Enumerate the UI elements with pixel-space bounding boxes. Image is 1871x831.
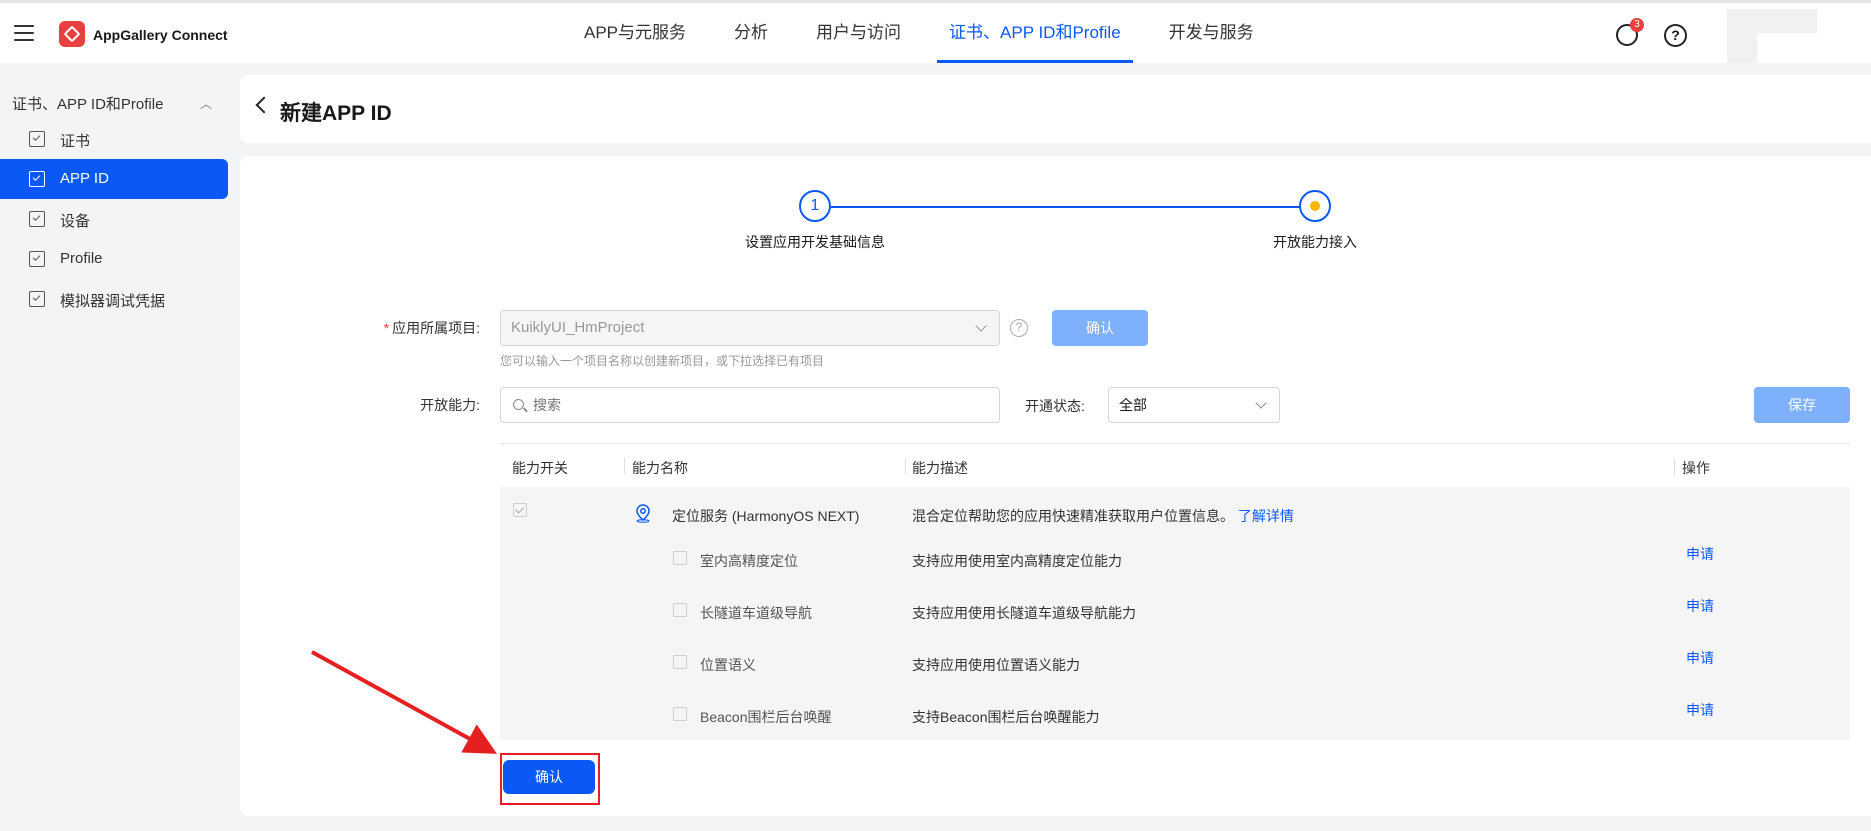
status-filter-label: 开通状态: xyxy=(1025,398,1085,414)
page-title: 新建APP ID xyxy=(280,102,392,125)
notification-icon[interactable]: 3 xyxy=(1616,18,1644,48)
main-nav: APP与元服务 分析 用户与访问 证书、APP ID和Profile 开发与服务 xyxy=(560,3,1278,63)
sub-ability-name: Beacon围栏后台唤醒 xyxy=(700,709,832,725)
learn-more-link[interactable]: 了解详情 xyxy=(1238,508,1294,524)
column-header: 能力开关 xyxy=(512,460,568,476)
menu-icon[interactable] xyxy=(14,25,34,41)
appgallery-logo-icon xyxy=(59,21,85,47)
chevron-up-icon[interactable]: ︿ xyxy=(200,95,212,112)
project-confirm-button[interactable]: 确认 xyxy=(1052,310,1148,346)
column-divider xyxy=(1674,458,1675,474)
sidebar-item-label: 模拟器调试凭据 xyxy=(60,293,166,310)
status-filter-select[interactable]: 全部 xyxy=(1108,387,1280,423)
apply-link[interactable]: 申请 xyxy=(1686,648,1714,668)
sub-ability-name: 位置语义 xyxy=(700,657,756,673)
apply-link[interactable]: 申请 xyxy=(1686,596,1714,616)
step-2-label: 开放能力接入 xyxy=(1273,234,1357,250)
search-icon xyxy=(513,399,524,410)
sidebar-item-emulator-credentials[interactable]: 模拟器调试凭据 xyxy=(0,279,228,319)
sub-ability-description: 支持应用使用室内高精度定位能力 xyxy=(912,553,1122,569)
column-divider xyxy=(905,458,906,474)
sub-ability-description: 支持Beacon围栏后台唤醒能力 xyxy=(912,709,1100,725)
sub-ability-name: 室内高精度定位 xyxy=(700,553,798,569)
nav-app-services[interactable]: APP与元服务 xyxy=(572,3,698,63)
ability-checkbox[interactable] xyxy=(673,551,687,565)
sidebar-item-certificates[interactable]: 证书 xyxy=(0,119,228,159)
sidebar-group-header[interactable]: 证书、APP ID和Profile ︿ xyxy=(12,93,212,114)
sidebar-item-app-id[interactable]: APP ID xyxy=(0,159,228,199)
ability-description: 混合定位帮助您的应用快速精准获取用户位置信息。 了解详情 xyxy=(912,508,1294,524)
back-arrow-icon[interactable] xyxy=(255,96,273,114)
step-1-label: 设置应用开发基础信息 xyxy=(745,234,885,250)
ability-checkbox[interactable] xyxy=(673,707,687,721)
brand-name: AppGallery Connect xyxy=(93,27,228,43)
chevron-down-icon xyxy=(975,320,987,332)
avatar[interactable] xyxy=(1727,9,1817,63)
table-header: 能力开关 能力名称 能力描述 操作 xyxy=(500,443,1850,487)
sub-ability-description: 支持应用使用位置语义能力 xyxy=(912,657,1080,673)
location-pin-icon xyxy=(636,504,650,523)
doc-icon xyxy=(29,131,45,147)
sub-ability-description: 支持应用使用长隧道车道级导航能力 xyxy=(912,605,1136,621)
status-filter-value: 全部 xyxy=(1119,397,1147,413)
project-select[interactable]: KuiklyUI_HmProject xyxy=(500,310,1000,346)
chevron-down-icon xyxy=(1255,397,1267,409)
step-1-marker: 1 xyxy=(799,190,831,222)
nav-certificates[interactable]: 证书、APP ID和Profile xyxy=(937,3,1133,63)
search-input[interactable] xyxy=(533,388,983,422)
ability-checkbox[interactable] xyxy=(513,503,527,517)
doc-icon xyxy=(29,291,45,307)
sidebar-item-label: Profile xyxy=(60,250,103,267)
save-button[interactable]: 保存 xyxy=(1754,387,1850,423)
apply-link[interactable]: 申请 xyxy=(1686,700,1714,720)
project-hint: 您可以输入一个项目名称以创建新项目，或下拉选择已有项目 xyxy=(500,354,825,368)
sidebar-group-label: 证书、APP ID和Profile xyxy=(12,96,164,113)
column-header: 操作 xyxy=(1682,460,1710,476)
column-divider xyxy=(624,458,625,474)
sidebar-item-label: 设备 xyxy=(60,213,91,230)
sidebar-item-label: APP ID xyxy=(60,170,109,187)
doc-icon xyxy=(29,211,45,227)
nav-dev-services[interactable]: 开发与服务 xyxy=(1157,3,1266,63)
help-icon[interactable]: ? xyxy=(1664,24,1687,47)
question-icon[interactable]: ? xyxy=(1010,319,1028,337)
doc-icon xyxy=(29,171,45,187)
sidebar-item-devices[interactable]: 设备 xyxy=(0,199,228,239)
annotation-highlight-box xyxy=(500,753,600,805)
ability-field-label: 开放能力: xyxy=(420,397,480,413)
sidebar-item-label: 证书 xyxy=(60,133,91,150)
nav-analytics[interactable]: 分析 xyxy=(722,3,780,63)
step-2-marker xyxy=(1299,190,1331,222)
ability-checkbox[interactable] xyxy=(673,655,687,669)
sidebar-item-profile[interactable]: Profile xyxy=(0,239,228,279)
column-header: 能力描述 xyxy=(912,460,968,476)
ability-checkbox[interactable] xyxy=(673,603,687,617)
notification-badge: 3 xyxy=(1630,18,1644,32)
sidebar: 证书、APP ID和Profile ︿ 证书 APP ID 设备 Profile… xyxy=(0,63,235,831)
nav-users-access[interactable]: 用户与访问 xyxy=(804,3,913,63)
apply-link[interactable]: 申请 xyxy=(1686,544,1714,564)
page-header: 新建APP ID xyxy=(240,75,1871,143)
ability-search[interactable] xyxy=(500,387,1000,423)
project-select-value: KuiklyUI_HmProject xyxy=(511,319,645,336)
top-bar: AppGallery Connect APP与元服务 分析 用户与访问 证书、A… xyxy=(0,0,1871,63)
ability-name: 定位服务 (HarmonyOS NEXT) xyxy=(672,508,860,524)
doc-icon xyxy=(29,251,45,267)
column-header: 能力名称 xyxy=(632,460,688,476)
stepper-line xyxy=(831,206,1316,208)
sub-ability-name: 长隧道车道级导航 xyxy=(700,605,812,621)
project-field-label: * 应用所属项目: xyxy=(383,320,480,336)
